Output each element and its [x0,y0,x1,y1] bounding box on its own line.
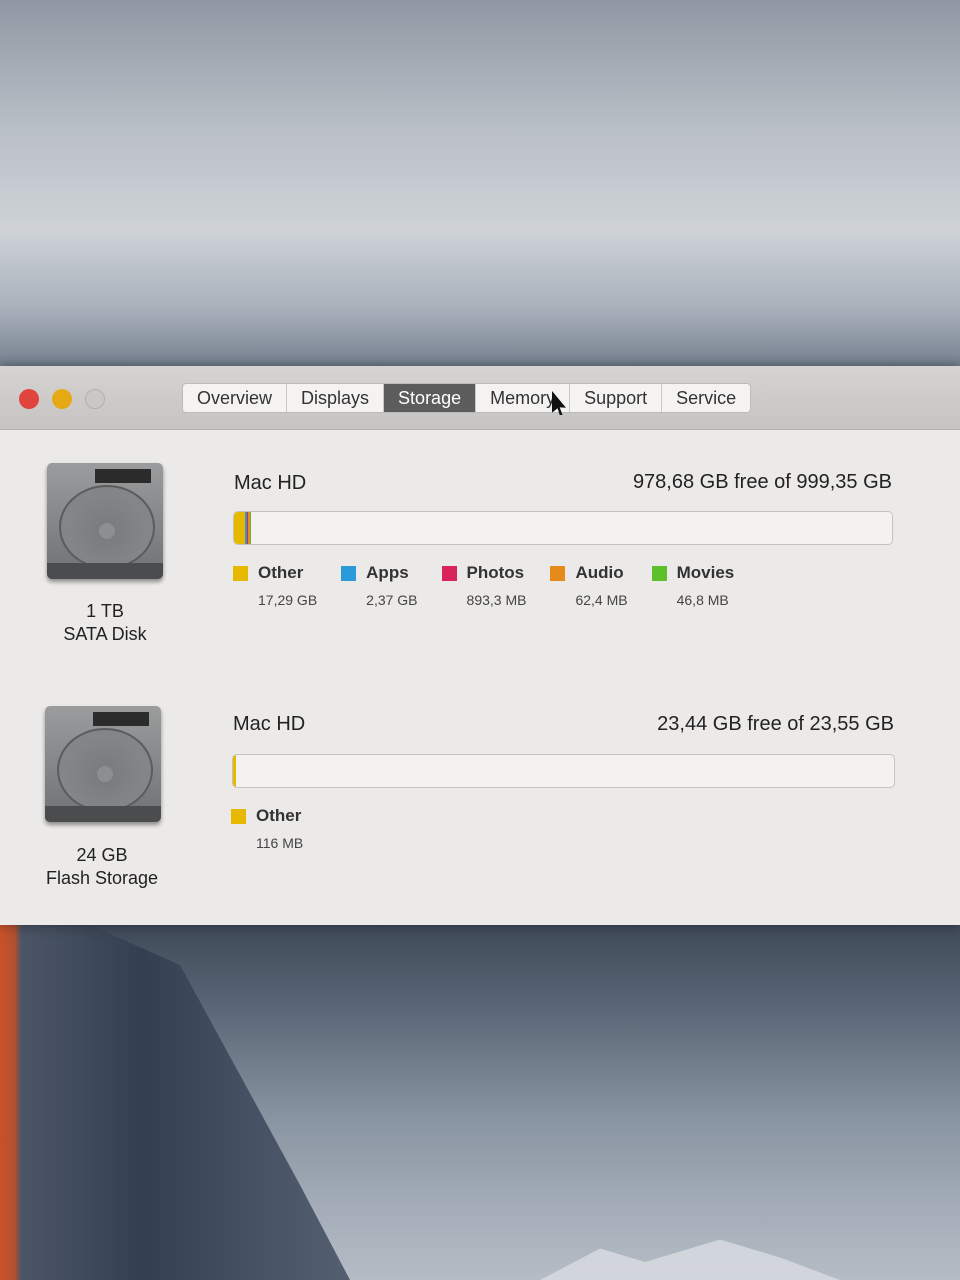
legend-item-other: Other 116 MB [231,806,303,851]
legend-item-apps: Apps 2,37 GB [341,563,418,608]
legend-swatch [233,565,248,581]
close-button[interactable] [19,389,39,409]
legend-item-audio: Audio 62,4 MB [550,563,628,608]
storage-bar [233,511,893,545]
minimize-button[interactable] [52,389,72,409]
legend-swatch [341,565,357,581]
volume-free-space: 23,44 GB free of 23,55 GB [657,713,894,735]
legend-label: Audio [575,563,624,582]
legend-item-movies: Movies 46,8 MB [651,563,735,608]
legend-label: Movies [676,563,735,582]
storage-segment-movies[interactable] [249,512,252,544]
legend-size: 893,3 MB [466,592,527,608]
storage-legend: Other 116 MB [231,806,327,851]
storage-segment-other[interactable] [234,512,246,544]
tab-overview[interactable]: Overview [183,384,288,412]
tab-displays[interactable]: Displays [287,384,385,412]
legend-size: 17,29 GB [258,592,318,608]
volume-name: Mac HD [233,713,306,735]
legend-label: Other [256,806,302,825]
volume-name: Mac HD [234,472,307,494]
disk-size: 1 TB [86,601,124,621]
legend-size: 46,8 MB [676,592,729,608]
storage-bar [232,754,895,788]
disk-type: SATA Disk [63,624,147,644]
disk-size: 24 GB [76,845,128,865]
legend-label: Other [258,563,304,582]
legend-size: 62,4 MB [575,592,628,608]
legend-size: 2,37 GB [366,592,418,608]
legend-size: 116 MB [256,835,304,851]
zoom-button[interactable] [85,389,105,409]
disk-caption: 24 GB Flash Storage [32,844,172,890]
legend-swatch [651,565,667,581]
titlebar: Overview Displays Storage Memory Support… [0,366,960,430]
legend-item-photos: Photos 893,3 MB [441,563,527,608]
tab-storage[interactable]: Storage [384,384,477,412]
hard-drive-icon [45,706,161,822]
storage-legend: Other 17,29 GB Apps 2,37 GB Photos 893,3 MB Au… [233,563,758,608]
legend-label: Apps [366,563,409,582]
hard-drive-icon [47,463,163,579]
storage-segment-other[interactable] [233,755,237,787]
disk-type: Flash Storage [45,868,159,888]
legend-item-other: Other 17,29 GB [233,563,317,608]
legend-swatch [231,808,246,824]
tab-service[interactable]: Service [662,384,750,412]
legend-swatch [550,565,566,581]
tab-bar: Overview Displays Storage Memory Support… [182,383,752,413]
tab-support[interactable]: Support [570,384,663,412]
disk-caption: 1 TB SATA Disk [35,600,175,646]
about-this-mac-window: Overview Displays Storage Memory Support… [0,366,960,925]
volume-free-space: 978,68 GB free of 999,35 GB [632,471,892,493]
legend-label: Photos [466,563,525,582]
legend-swatch [441,565,457,581]
